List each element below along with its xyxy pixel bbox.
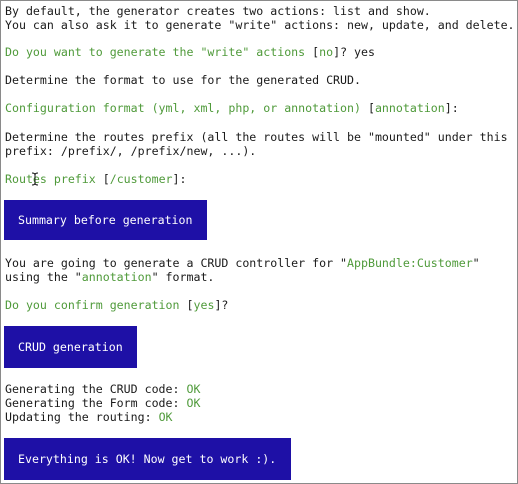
terminal-window[interactable]: By default, the generator creates two ac… xyxy=(0,0,518,484)
result-line: Generating the Form code: OK xyxy=(5,396,200,410)
default-value: yes xyxy=(193,298,215,312)
success-message-block: Everything is OK! Now get to work :). xyxy=(4,438,291,480)
default-close: ]? xyxy=(214,298,229,312)
generate-info-line-2: using the "annotation" format. xyxy=(5,270,214,284)
text-segment: You are going to generate a CRUD control… xyxy=(5,256,348,270)
generate-info-line-1: You are going to generate a CRUD control… xyxy=(5,256,480,270)
format-intro: Determine the format to use for the gene… xyxy=(5,73,361,87)
result-status: OK xyxy=(186,396,201,410)
default-close: ]: xyxy=(444,101,459,115)
text-segment: " xyxy=(472,256,480,270)
question-prompt: Routes prefix xyxy=(5,172,96,186)
format-question: Configuration format (yml, xml, php, or … xyxy=(5,101,459,115)
default-open: [ xyxy=(95,172,110,186)
intro-line-1: By default, the generator creates two ac… xyxy=(5,4,431,18)
summary-section-header: Summary before generation xyxy=(4,200,207,240)
default-value: /customer xyxy=(109,172,173,186)
default-value: annotation xyxy=(374,101,445,115)
result-status: OK xyxy=(186,382,201,396)
question-prompt: Configuration format (yml, xml, php, or … xyxy=(5,101,361,115)
routes-intro-line-1: Determine the routes prefix (all the rou… xyxy=(5,130,508,144)
user-answer: yes xyxy=(354,45,375,59)
entity-name: AppBundle:Customer xyxy=(347,256,473,270)
default-open: [ xyxy=(179,298,194,312)
result-label: Generating the Form code: xyxy=(5,396,187,410)
default-open: [ xyxy=(360,101,375,115)
routes-intro-line-2: prefix: /prefix/, /prefix/new, ...). xyxy=(5,144,257,158)
result-line: Updating the routing: OK xyxy=(5,410,173,424)
result-status: OK xyxy=(158,410,173,424)
write-actions-question: Do you want to generate the "write" acti… xyxy=(5,45,375,59)
text-cursor-icon xyxy=(31,172,39,186)
text-segment: using the " xyxy=(5,270,82,284)
default-close: ]: xyxy=(172,172,187,186)
default-value: no xyxy=(319,45,334,59)
question-prompt: Do you confirm generation xyxy=(5,298,180,312)
text-segment: " format. xyxy=(151,270,215,284)
crud-generation-header: CRUD generation xyxy=(4,326,137,368)
confirm-question: Do you confirm generation [yes]? xyxy=(5,298,228,312)
default-open: [ xyxy=(305,45,320,59)
intro-line-2: You can also ask it to generate "write" … xyxy=(5,18,515,32)
question-prompt: Do you want to generate the "write" acti… xyxy=(5,45,306,59)
default-close: ]? xyxy=(333,45,355,59)
result-line: Generating the CRUD code: OK xyxy=(5,382,200,396)
format-name: annotation xyxy=(81,270,152,284)
result-label: Updating the routing: xyxy=(5,410,159,424)
result-label: Generating the CRUD code: xyxy=(5,382,187,396)
